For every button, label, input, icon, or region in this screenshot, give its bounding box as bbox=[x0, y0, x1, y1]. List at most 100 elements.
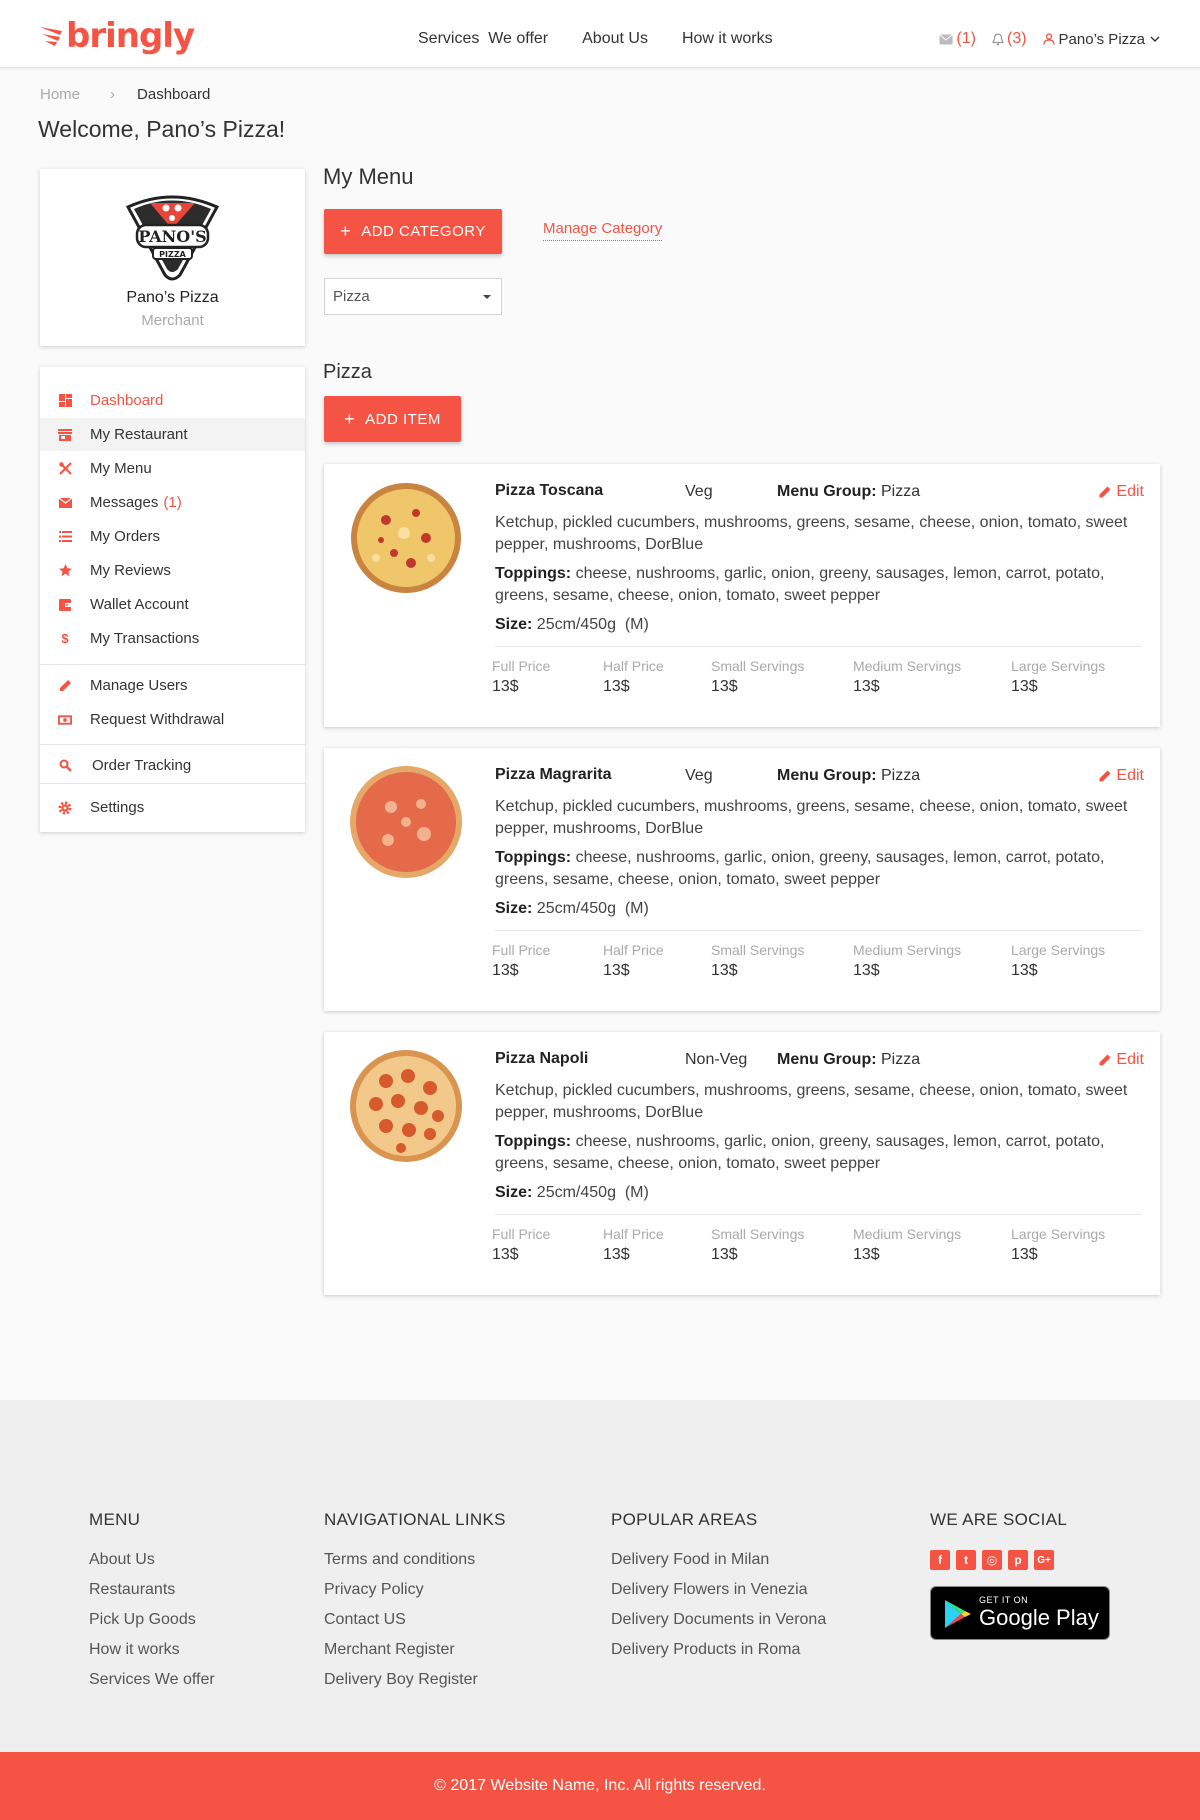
search-icon bbox=[58, 759, 72, 773]
sidebar-item-messages[interactable]: Messages (1) bbox=[40, 486, 305, 519]
toppings-value: cheese, nushrooms, garlic, onion, greeny… bbox=[495, 1133, 1105, 1172]
restaurant-logo-subtext: PIZZA bbox=[159, 250, 186, 259]
footer-link[interactable]: Delivery Food in Milan bbox=[611, 1550, 826, 1580]
large-servings-price: Large Servings 13$ bbox=[1011, 658, 1105, 696]
user-menu[interactable]: Pano’s Pizza bbox=[1042, 31, 1160, 48]
item-type: Veg bbox=[685, 767, 713, 784]
messages-badge: (1) bbox=[163, 494, 182, 511]
half-price: Half Price 13$ bbox=[603, 658, 664, 696]
bell-icon bbox=[992, 32, 1004, 45]
footer-link[interactable]: Services We offer bbox=[89, 1670, 215, 1700]
list-icon bbox=[58, 530, 72, 544]
edit-button[interactable]: Edit bbox=[1099, 483, 1144, 501]
nav-how-it-works[interactable]: How it works bbox=[682, 30, 773, 48]
half-price: Half Price 13$ bbox=[603, 942, 664, 980]
item-description: Ketchup, pickled cucumbers, mushrooms, g… bbox=[495, 1082, 1128, 1121]
footer-link[interactable]: Restaurants bbox=[89, 1580, 215, 1610]
pinterest-icon[interactable]: p bbox=[1008, 1550, 1028, 1570]
toppings-value: cheese, nushrooms, garlic, onion, greeny… bbox=[495, 565, 1105, 604]
breadcrumb-home[interactable]: Home bbox=[40, 86, 80, 103]
pencil-icon bbox=[1099, 770, 1111, 782]
sidebar-item-request-withdrawal[interactable]: Request Withdrawal bbox=[40, 703, 305, 736]
size-label: Size: bbox=[495, 900, 533, 917]
edit-label: Edit bbox=[1116, 767, 1144, 784]
menu-group-label: Menu Group: bbox=[777, 483, 877, 500]
notifications-button[interactable]: (3) bbox=[992, 30, 1027, 48]
profile-role: Merchant bbox=[141, 312, 204, 329]
menu-group-label: Menu Group: bbox=[777, 767, 877, 784]
edit-button[interactable]: Edit bbox=[1099, 767, 1144, 785]
sidebar-item-my-reviews[interactable]: My Reviews bbox=[40, 554, 305, 587]
sidebar-item-my-menu[interactable]: My Menu bbox=[40, 452, 305, 485]
instagram-icon[interactable]: ◎ bbox=[982, 1550, 1002, 1570]
sidebar-item-order-tracking[interactable]: Order Tracking bbox=[40, 749, 305, 782]
footer-link[interactable]: Terms and conditions bbox=[324, 1550, 506, 1580]
twitter-icon[interactable]: t bbox=[956, 1550, 976, 1570]
divider bbox=[495, 930, 1142, 931]
messages-button[interactable]: (1) bbox=[939, 30, 976, 48]
item-toppings: Toppings: cheese, nushrooms, garlic, oni… bbox=[495, 563, 1145, 607]
utensils-icon bbox=[58, 462, 72, 476]
main-nav: Services We offer About Us How it works bbox=[418, 30, 807, 48]
price-label: Half Price bbox=[603, 1226, 664, 1242]
footer-link[interactable]: About Us bbox=[89, 1550, 215, 1580]
footer-nav-links: NAVIGATIONAL LINKS Terms and conditions … bbox=[324, 1510, 506, 1700]
nav-about[interactable]: About Us bbox=[582, 30, 648, 48]
pizza-toscana-image bbox=[351, 483, 461, 593]
size-value: 25cm/450g (M) bbox=[536, 1184, 649, 1201]
sidebar-item-label: Request Withdrawal bbox=[90, 711, 225, 728]
item-name: Pizza Napoli bbox=[495, 1050, 589, 1067]
footer-link[interactable]: Delivery Boy Register bbox=[324, 1670, 506, 1700]
sidebar-item-label: Messages bbox=[90, 494, 159, 511]
price-value: 13$ bbox=[1011, 962, 1038, 979]
google-plus-icon[interactable]: G+ bbox=[1034, 1550, 1054, 1570]
footer-link[interactable]: Delivery Products in Roma bbox=[611, 1640, 826, 1670]
dashboard-icon bbox=[58, 394, 72, 408]
sidebar-item-my-restaurant[interactable]: My Restaurant bbox=[40, 418, 305, 451]
menu-group-value: Pizza bbox=[881, 483, 921, 500]
sidebar-item-my-orders[interactable]: My Orders bbox=[40, 520, 305, 553]
footer-link[interactable]: Pick Up Goods bbox=[89, 1610, 215, 1640]
add-item-label: ADD ITEM bbox=[365, 410, 441, 428]
nav-services[interactable]: Services We offer bbox=[418, 30, 548, 48]
footer-link[interactable]: Merchant Register bbox=[324, 1640, 506, 1670]
logo[interactable]: bringly bbox=[40, 16, 195, 56]
sidebar-item-label: Dashboard bbox=[90, 392, 164, 409]
sidebar-item-manage-users[interactable]: Manage Users bbox=[40, 669, 305, 702]
menu-group-value: Pizza bbox=[881, 767, 921, 784]
plus-icon: + bbox=[344, 408, 356, 429]
footer-social: WE ARE SOCIAL f t ◎ p G+ GET IT ON Googl… bbox=[930, 1510, 1110, 1640]
google-play-badge[interactable]: GET IT ON Google Play bbox=[930, 1586, 1110, 1640]
sidebar-item-dashboard[interactable]: Dashboard bbox=[40, 384, 305, 417]
breadcrumb: Home › Dashboard bbox=[40, 86, 210, 103]
size-label: Size: bbox=[495, 1184, 533, 1201]
profile-card: PANO'S PIZZA Pano’s Pizza Merchant bbox=[40, 169, 305, 346]
item-menu-group: Menu Group: Pizza bbox=[777, 767, 920, 785]
menu-item-card: Pizza Toscana Veg Menu Group: Pizza Edit… bbox=[324, 464, 1160, 727]
sidebar-divider bbox=[40, 744, 305, 745]
sidebar-divider bbox=[40, 783, 305, 784]
edit-button[interactable]: Edit bbox=[1099, 1051, 1144, 1069]
footer-link[interactable]: How it works bbox=[89, 1640, 215, 1670]
wallet-icon bbox=[58, 598, 72, 612]
section-title: Pizza bbox=[323, 361, 372, 383]
footer-link[interactable]: Delivery Documents in Verona bbox=[611, 1610, 826, 1640]
price-value: 13$ bbox=[853, 1246, 880, 1263]
sidebar-item-settings[interactable]: Settings bbox=[40, 791, 305, 824]
add-category-button[interactable]: + ADD CATEGORY bbox=[324, 209, 502, 254]
pencil-icon bbox=[1099, 486, 1111, 498]
divider bbox=[495, 646, 1142, 647]
manage-category-link[interactable]: Manage Category bbox=[543, 220, 663, 241]
page-title: Welcome, Pano’s Pizza! bbox=[38, 116, 286, 142]
profile-name: Pano’s Pizza bbox=[126, 289, 219, 306]
footer-link[interactable]: Delivery Flowers in Venezia bbox=[611, 1580, 826, 1610]
footer-link[interactable]: Contact US bbox=[324, 1610, 506, 1640]
item-menu-group: Menu Group: Pizza bbox=[777, 483, 920, 501]
pencil-icon bbox=[1099, 1054, 1111, 1066]
add-item-button[interactable]: + ADD ITEM bbox=[324, 396, 461, 442]
sidebar-item-wallet-account[interactable]: Wallet Account bbox=[40, 588, 305, 621]
footer-link[interactable]: Privacy Policy bbox=[324, 1580, 506, 1610]
category-select[interactable]: Pizza bbox=[324, 278, 502, 315]
facebook-icon[interactable]: f bbox=[930, 1550, 950, 1570]
sidebar-item-my-transactions[interactable]: $ My Transactions bbox=[40, 622, 305, 655]
